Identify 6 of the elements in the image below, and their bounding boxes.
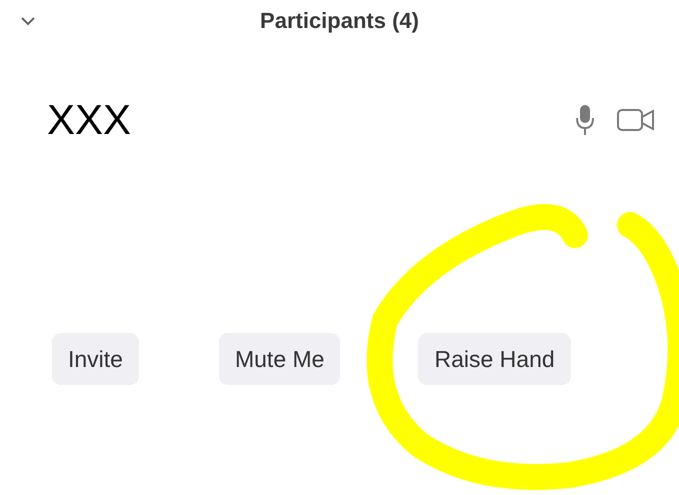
participant-name: XXX	[47, 96, 132, 144]
panel-button[interactable]: Invite	[52, 333, 139, 385]
panel-button[interactable]: Raise Hand	[418, 333, 571, 385]
panel-title: Participants (4)	[259, 8, 420, 34]
chevron-down-icon[interactable]	[20, 16, 36, 26]
panel-button[interactable]: Mute Me	[218, 333, 340, 385]
